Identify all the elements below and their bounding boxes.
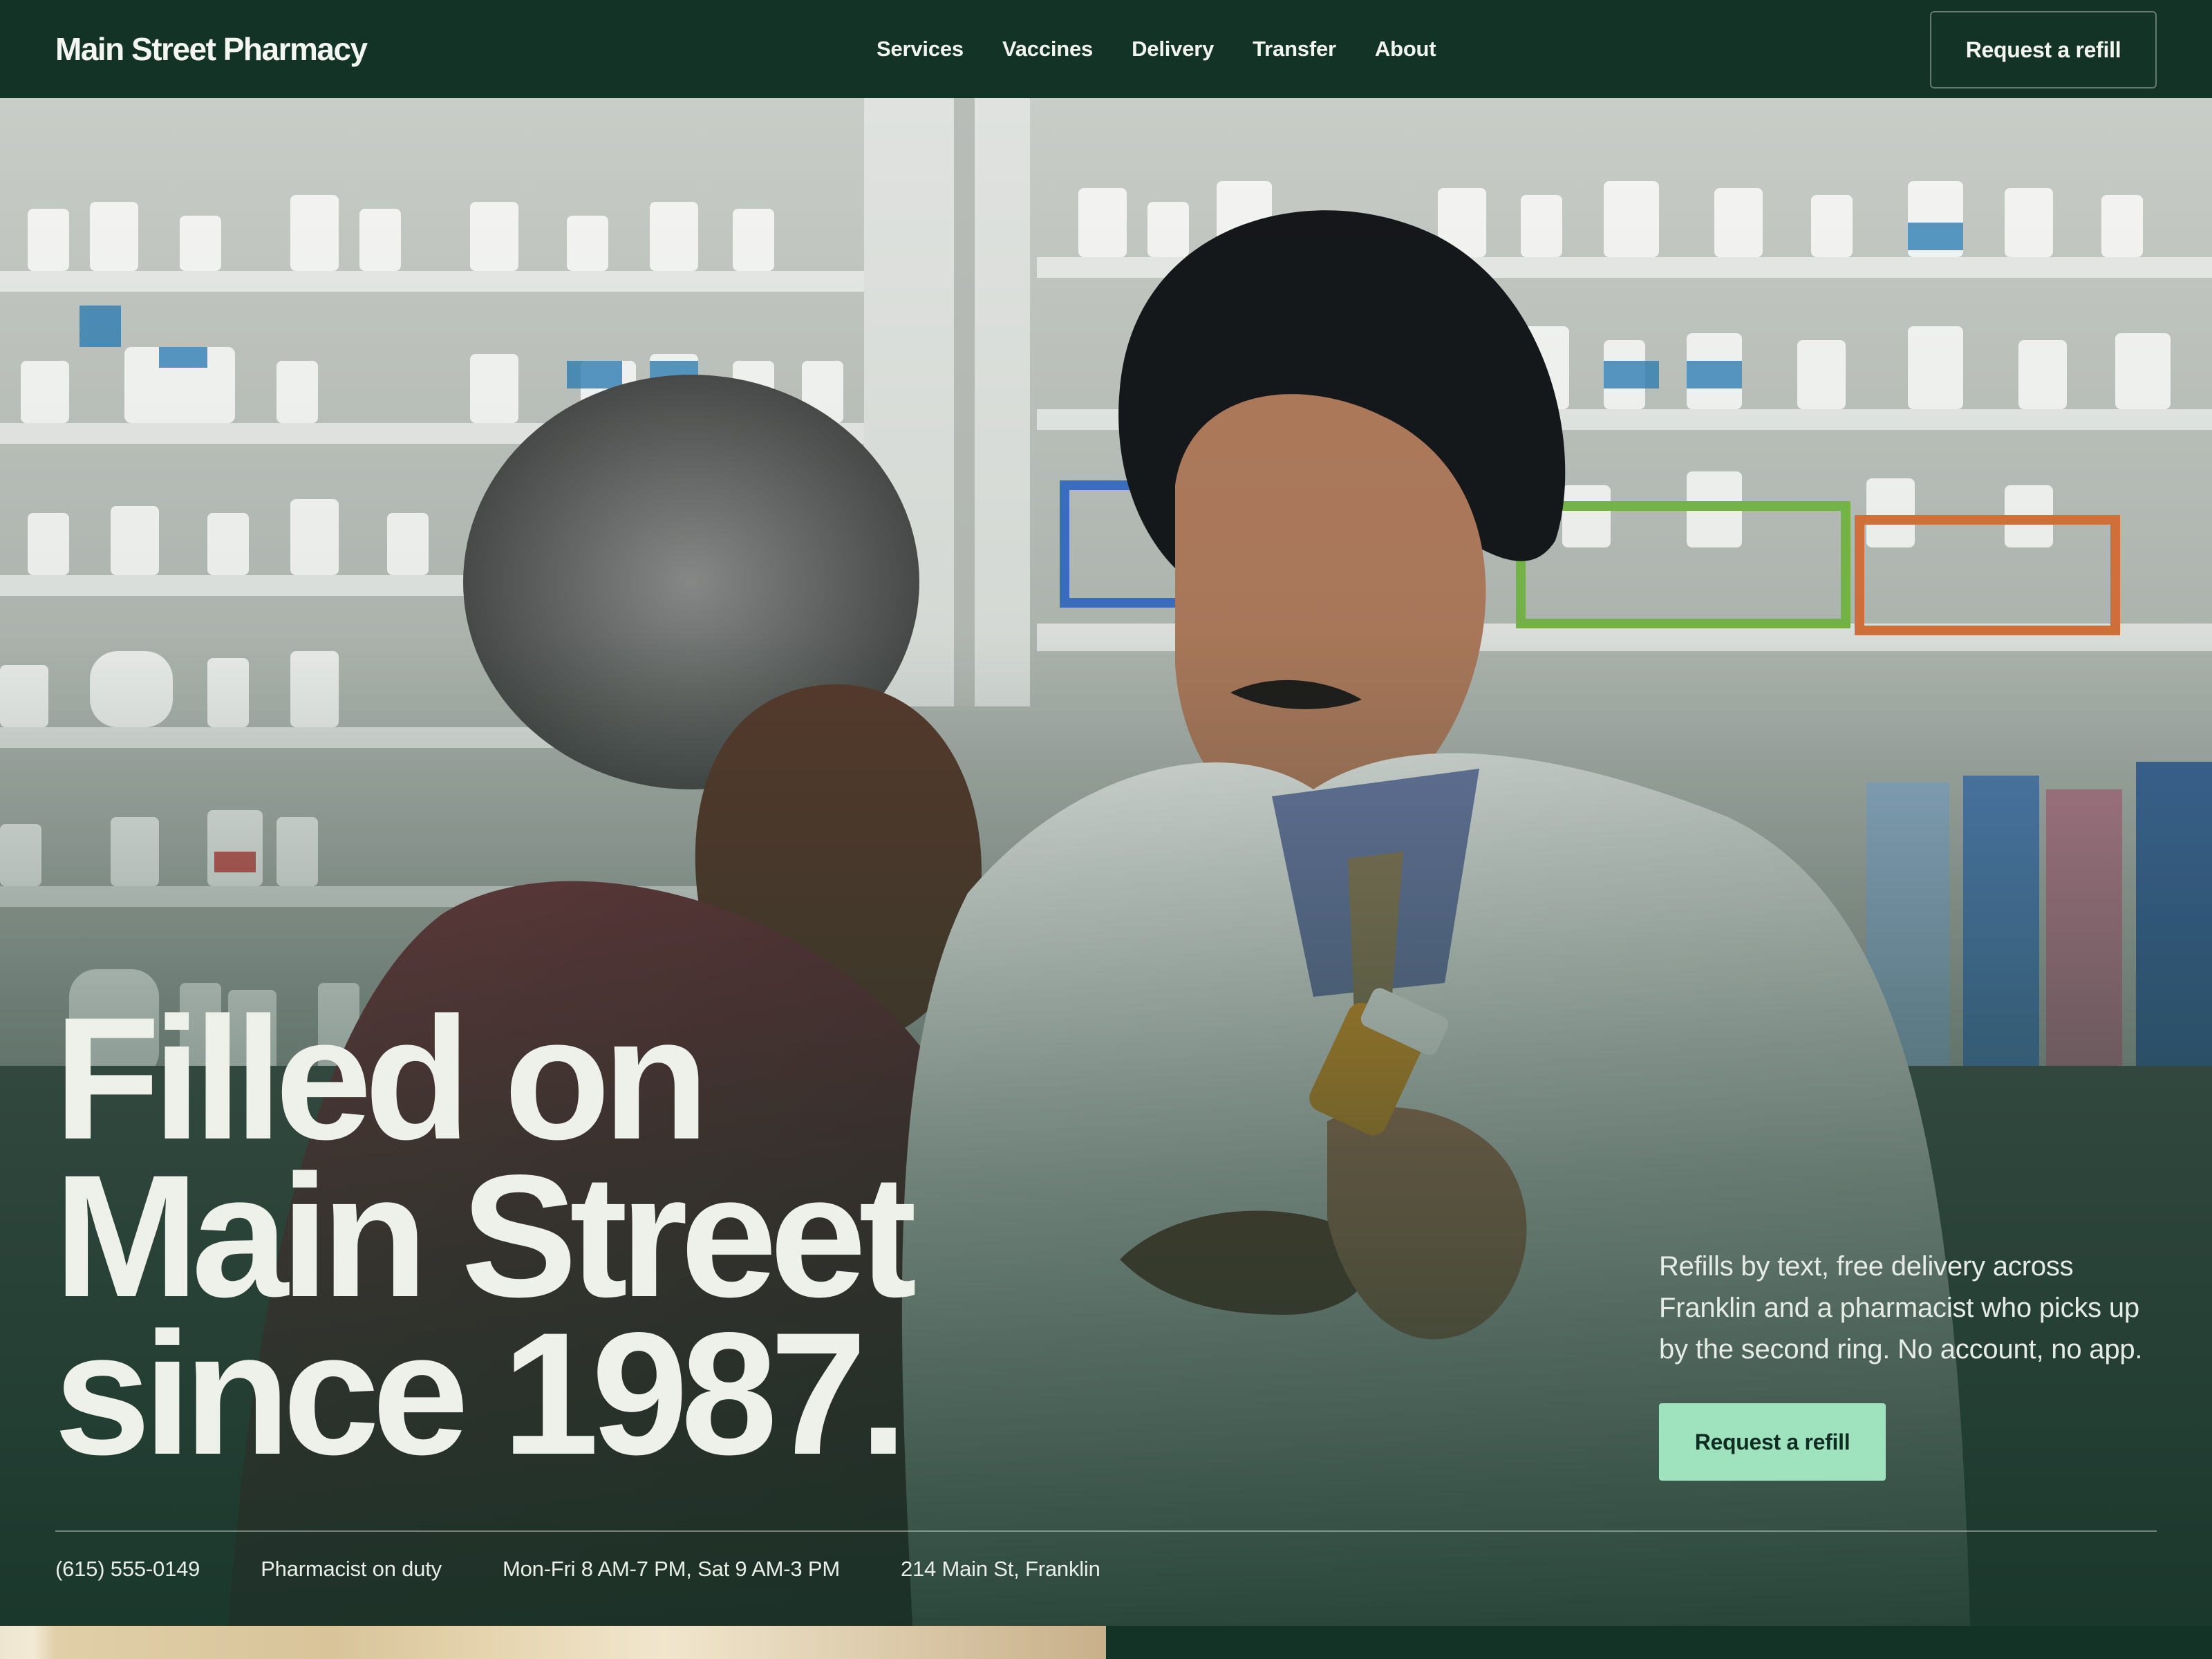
nav-delivery[interactable]: Delivery — [1132, 37, 1214, 62]
hero-headline: Filled on Main Street since 1987. — [54, 992, 1091, 1481]
hero-refill-button[interactable]: Request a refill — [1659, 1403, 1886, 1481]
hero-description: Refills by text, free delivery across Fr… — [1659, 1251, 2143, 1365]
nav-transfer[interactable]: Transfer — [1253, 37, 1336, 62]
brand-logo[interactable]: Main Street Pharmacy — [55, 30, 368, 68]
below-fold-image — [0, 1626, 1106, 1659]
headline-line-3: since 1987. — [54, 1297, 908, 1491]
store-hours: Mon-Fri 8 AM-7 PM, Sat 9 AM-3 PM — [502, 1557, 840, 1581]
phone-number[interactable]: (615) 555-0149 — [55, 1557, 200, 1582]
main-nav: Services Vaccines Delivery Transfer Abou… — [877, 0, 1436, 98]
below-fold-panel — [1106, 1626, 2212, 1659]
nav-vaccines[interactable]: Vaccines — [1002, 37, 1093, 62]
info-bar-divider — [55, 1530, 2157, 1532]
nav-about[interactable]: About — [1375, 37, 1436, 62]
header-refill-button[interactable]: Request a refill — [1930, 11, 2157, 88]
nav-services[interactable]: Services — [877, 37, 964, 62]
site-header: Main Street Pharmacy Services Vaccines D… — [0, 0, 2212, 98]
store-address[interactable]: 214 Main St, Franklin — [901, 1557, 1100, 1582]
pharmacist-status: Pharmacist on duty — [261, 1557, 442, 1581]
info-bar: (615) 555-0149 Pharmacist on duty Mon-Fr… — [55, 1554, 1100, 1584]
hero-section: Filled on Main Street since 1987. Refill… — [0, 98, 2212, 1626]
